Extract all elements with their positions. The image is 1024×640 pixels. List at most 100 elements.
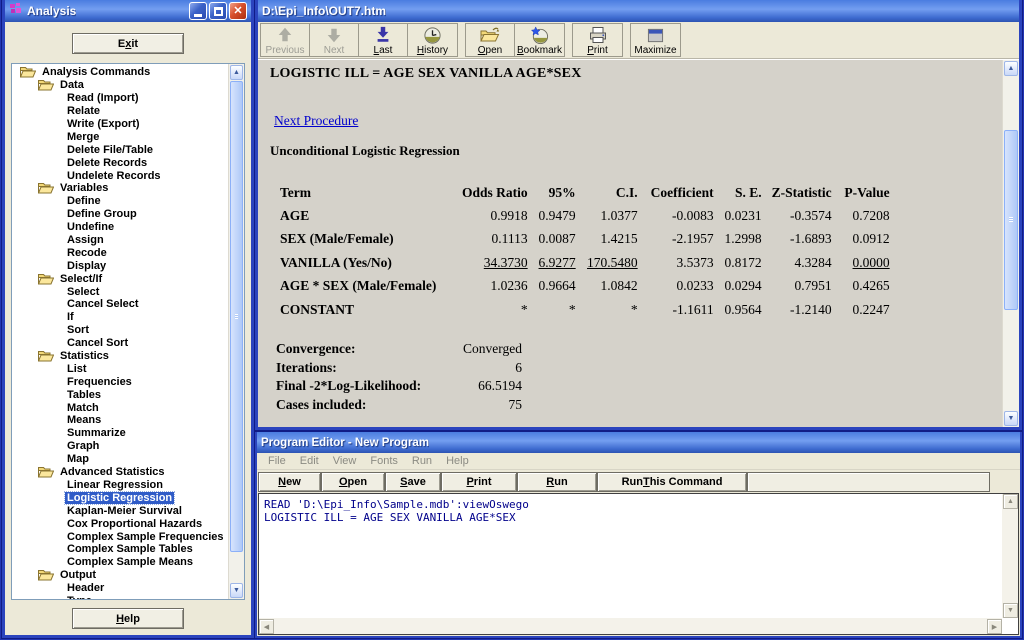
tree-scrollbar[interactable]: ▲ ▼ — [228, 64, 244, 599]
run-button[interactable]: Run — [517, 471, 597, 492]
value-cell: -2.1957 — [672, 231, 714, 247]
tree-item-sort[interactable]: Sort — [12, 324, 228, 337]
tree-item-analysis-commands[interactable]: Analysis Commands — [12, 66, 228, 79]
menu-edit[interactable]: Edit — [293, 455, 326, 467]
button-row-filler — [747, 471, 990, 492]
tree-item-list[interactable]: List — [12, 362, 228, 375]
editor-titlebar[interactable]: Program Editor - New Program — [257, 432, 1020, 453]
scroll-down-icon[interactable]: ▼ — [1004, 411, 1018, 426]
tree-item-cox-proportional-hazards[interactable]: Cox Proportional Hazards — [12, 517, 228, 530]
term-cell: AGE * SEX (Male/Female) — [280, 278, 437, 294]
menu-file[interactable]: File — [261, 455, 293, 467]
regression-summary: Convergence: Converged Iterations: 6 Final -… — [276, 340, 1002, 415]
tree-item-graph[interactable]: Graph — [12, 440, 228, 453]
tree-item-define-group[interactable]: Define Group — [12, 208, 228, 221]
tree-item-label: Logistic Regression — [63, 490, 176, 505]
tree-item-map[interactable]: Map — [12, 453, 228, 466]
tree-item-variables[interactable]: Variables — [12, 182, 228, 195]
bookmark-toolbar-button[interactable]: Bookmark — [515, 24, 564, 56]
tree-item-statistics[interactable]: Statistics — [12, 350, 228, 363]
tree-item-select-if[interactable]: Select/If — [12, 272, 228, 285]
tree-item-complex-sample-frequencies[interactable]: Complex Sample Frequencies — [12, 530, 228, 543]
analysis-titlebar[interactable]: Analysis ✕ — [5, 0, 251, 22]
maximize-button[interactable] — [209, 2, 227, 20]
tree-item-recode[interactable]: Recode — [12, 246, 228, 259]
tree-item-logistic-regression[interactable]: Logistic Regression — [12, 490, 228, 505]
output-scrollbar[interactable]: ▲ ▼ — [1002, 60, 1019, 427]
menu-run[interactable]: Run — [405, 455, 439, 467]
history-toolbar-button[interactable]: History — [408, 24, 457, 56]
tree-item-write-export-[interactable]: Write (Export) — [12, 118, 228, 131]
tree-item-delete-file-table[interactable]: Delete File/Table — [12, 143, 228, 156]
scroll-up-icon[interactable]: ▲ — [230, 65, 243, 80]
editor-vscrollbar[interactable]: ▲ ▼ — [1002, 494, 1018, 618]
open-button[interactable]: Open — [321, 471, 385, 492]
print-toolbar-button[interactable]: Print — [573, 24, 622, 56]
menu-fonts[interactable]: Fonts — [363, 455, 405, 467]
tree-item-label: Linear Regression — [67, 478, 163, 491]
column-header: Odds Ratio — [462, 184, 528, 200]
tree-item-frequencies[interactable]: Frequencies — [12, 375, 228, 388]
tree-item-read-import-[interactable]: Read (Import) — [12, 92, 228, 105]
close-button[interactable]: ✕ — [229, 2, 247, 20]
tree-item-summarize[interactable]: Summarize — [12, 427, 228, 440]
run-this-command-button[interactable]: Run This Command — [597, 471, 747, 492]
print-button[interactable]: Print — [441, 471, 517, 492]
tree-item-label: Means — [67, 414, 102, 427]
scroll-left-icon[interactable]: ◀ — [259, 619, 274, 634]
exit-button[interactable]: Ex it — [72, 33, 184, 54]
menu-help[interactable]: Help — [439, 455, 476, 467]
value-cell: 1.2998 — [724, 231, 762, 247]
output-scrollbar-thumb[interactable] — [1004, 130, 1018, 310]
output-titlebar[interactable]: D:\Epi_Info\OUT7.htm — [258, 0, 1019, 22]
scroll-down-icon[interactable]: ▼ — [1003, 603, 1018, 618]
previous-toolbar-button: Previous — [261, 24, 310, 56]
tree-item-match[interactable]: Match — [12, 401, 228, 414]
tree-item-advanced-statistics[interactable]: Advanced Statistics — [12, 466, 228, 479]
tree-item-delete-records[interactable]: Delete Records — [12, 156, 228, 169]
tree-item-cancel-select[interactable]: Cancel Select — [12, 298, 228, 311]
scroll-right-icon[interactable]: ▶ — [987, 619, 1002, 634]
tree-item-label: Undefine — [67, 221, 115, 234]
tree-item-label: Delete Records — [67, 156, 148, 169]
summary-row: Cases included: 75 — [276, 396, 1002, 415]
minimize-button[interactable] — [189, 2, 207, 20]
tree-item-means[interactable]: Means — [12, 414, 228, 427]
tree-item-undefine[interactable]: Undefine — [12, 221, 228, 234]
editor-hscrollbar[interactable]: ◀ ▶ — [259, 618, 1002, 634]
open-toolbar-button[interactable]: Open — [466, 24, 515, 56]
tree-item-relate[interactable]: Relate — [12, 105, 228, 118]
scroll-down-icon[interactable]: ▼ — [230, 583, 243, 598]
new-button[interactable]: New — [258, 471, 321, 492]
tree-item-if[interactable]: If — [12, 311, 228, 324]
tree-item-kaplan-meier-survival[interactable]: Kaplan-Meier Survival — [12, 504, 228, 517]
tree-item-data[interactable]: Data — [12, 79, 228, 92]
help-button[interactable]: Help — [72, 608, 184, 629]
tree-item-display[interactable]: Display — [12, 259, 228, 272]
last-toolbar-button[interactable]: Last — [359, 24, 408, 56]
code-editor[interactable]: READ 'D:\Epi_Info\Sample.mdb':viewOswego… — [259, 494, 1002, 618]
tree-item-assign[interactable]: Assign — [12, 234, 228, 247]
tree-scrollbar-thumb[interactable] — [230, 81, 243, 552]
tree-item-type[interactable]: Type — [12, 595, 228, 599]
tree-item-select[interactable]: Select — [12, 285, 228, 298]
tree-item-header[interactable]: Header — [12, 582, 228, 595]
scroll-up-icon[interactable]: ▲ — [1003, 494, 1018, 509]
scroll-up-icon[interactable]: ▲ — [1004, 61, 1018, 76]
menu-view[interactable]: View — [326, 455, 364, 467]
tree-item-output[interactable]: Output — [12, 569, 228, 582]
tree-item-tables[interactable]: Tables — [12, 388, 228, 401]
tree-item-cancel-sort[interactable]: Cancel Sort — [12, 337, 228, 350]
tree-item-complex-sample-means[interactable]: Complex Sample Means — [12, 556, 228, 569]
maximize-toolbar-button[interactable]: Maximize — [631, 24, 680, 56]
save-button[interactable]: Save — [385, 471, 441, 492]
tree-item-merge[interactable]: Merge — [12, 130, 228, 143]
value-cell: 0.9664 — [538, 278, 576, 294]
tree-item-define[interactable]: Define — [12, 195, 228, 208]
tree-item-undelete-records[interactable]: Undelete Records — [12, 169, 228, 182]
tree-item-complex-sample-tables[interactable]: Complex Sample Tables — [12, 543, 228, 556]
next-procedure-link[interactable]: Next Procedure — [270, 113, 362, 129]
tree-item-label: If — [67, 311, 74, 324]
tree-item-linear-regression[interactable]: Linear Regression — [12, 479, 228, 492]
editor-menubar: File Edit View Fonts Run Help — [257, 453, 1020, 470]
